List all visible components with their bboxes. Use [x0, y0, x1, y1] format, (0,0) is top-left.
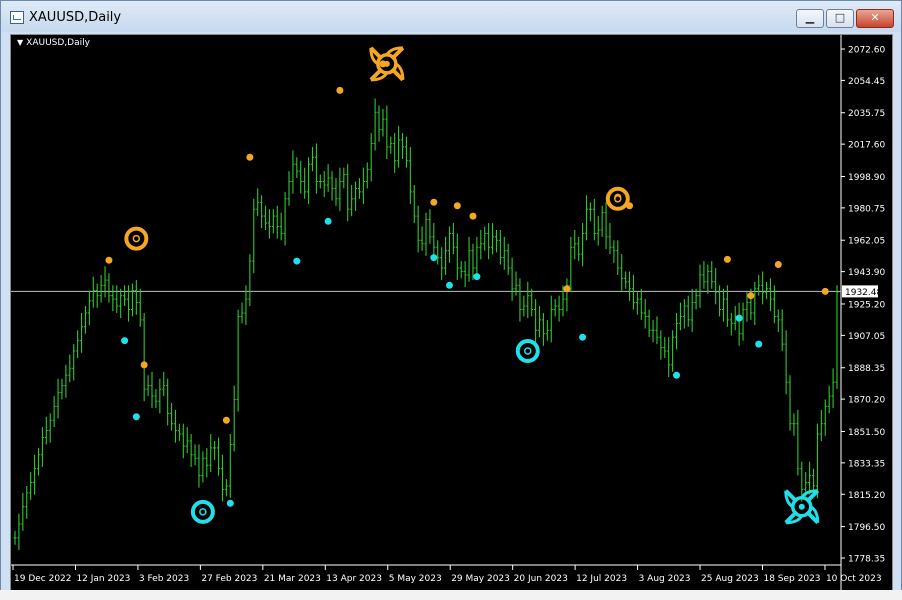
price-tick-label: 1998.90	[848, 173, 885, 183]
time-tick-label: 18 Sep 2023	[763, 574, 820, 584]
swing-low-dot	[445, 281, 453, 289]
symbol-label[interactable]: ▼ XAUUSD,Daily	[17, 38, 90, 48]
ring-center-dot	[524, 347, 532, 355]
time-tick-label: 20 Jun 2023	[514, 574, 568, 584]
window-title: XAUUSD,Daily	[29, 10, 122, 25]
price-tick-label: 1925.20	[848, 300, 885, 310]
major-low-star	[784, 489, 820, 525]
swing-low-dot	[735, 314, 743, 322]
price-tick-label: 1815.20	[848, 491, 885, 501]
chart-window: XAUUSD,Daily ▁ □ ✕ ▼ XAUUSD,Daily 2072.60…	[0, 0, 902, 600]
price-tick-label: 1907.05	[848, 332, 885, 342]
swing-high-dot	[430, 198, 438, 206]
price-tick-label: 1962.05	[848, 237, 885, 247]
chart-window-icon	[10, 11, 24, 24]
price-tick-label: 1980.75	[848, 204, 885, 214]
maximize-button[interactable]: □	[826, 9, 854, 28]
price-tick-label: 1943.90	[848, 268, 885, 278]
swing-low-dot	[579, 333, 587, 341]
ring-center-dot	[132, 234, 141, 243]
swing-high-dot	[723, 255, 731, 263]
time-tick-label: 29 May 2023	[451, 574, 510, 584]
swing-low-dot	[121, 337, 129, 345]
price-tick-label: 2054.45	[848, 77, 885, 87]
swing-high-dot	[453, 202, 461, 210]
swing-low-dot	[324, 217, 332, 225]
price-tick-label: 1833.35	[848, 459, 885, 469]
time-tick-label: 25 Aug 2023	[701, 574, 759, 584]
swing-low-dot	[132, 413, 140, 421]
time-tick-label: 5 May 2023	[389, 574, 442, 584]
symbol-label-text: XAUUSD,Daily	[26, 38, 90, 48]
price-tick-label: 2072.60	[848, 46, 885, 56]
price-tick-label: 2035.75	[848, 109, 885, 119]
title-bar[interactable]: XAUUSD,Daily ▁ □ ✕	[1, 1, 901, 32]
ring-center-dot	[199, 508, 207, 516]
swing-high-dot	[821, 287, 829, 295]
swing-high-dot	[747, 292, 755, 300]
major-high-star	[369, 46, 405, 82]
star-part	[383, 60, 390, 67]
minimize-button[interactable]: ▁	[796, 9, 824, 28]
swing-low-dot	[673, 371, 681, 379]
time-tick-label: 3 Feb 2023	[139, 574, 189, 584]
swing-low-dot	[293, 257, 301, 265]
time-tick-label: 12 Jan 2023	[76, 574, 130, 584]
price-tick-label: 1870.20	[848, 396, 885, 406]
price-tick-label: 1888.35	[848, 364, 885, 374]
current-price-label: 1932.48	[845, 288, 882, 298]
swing-high-dot	[563, 285, 571, 293]
time-tick-label: 13 Apr 2023	[326, 574, 382, 584]
price-tick-label: 1851.50	[848, 428, 885, 438]
ring-center-dot	[614, 195, 622, 203]
price-tick-label: 1796.50	[848, 523, 885, 533]
chart-area[interactable]: ▼ XAUUSD,Daily 2072.60 2054.45 2035.75 2017.…	[10, 34, 893, 591]
price-tick-label: 1778.35	[848, 555, 885, 565]
swing-high-dot	[105, 256, 113, 264]
swing-high-dot	[222, 416, 230, 424]
time-tick-label: 3 Aug 2023	[639, 574, 691, 584]
price-chart[interactable]: 2072.60 2054.45 2035.75 2017.60 1998.90 1980.…	[11, 35, 892, 590]
swing-low-dot	[473, 273, 481, 281]
swing-low-dot	[430, 254, 438, 262]
time-tick-label: 10 Oct 2023	[826, 574, 882, 584]
swing-high-dot	[246, 153, 254, 161]
swing-high-dot	[336, 86, 344, 94]
time-tick-label: 12 Jul 2023	[576, 574, 627, 584]
swing-low-dot	[226, 499, 234, 507]
swing-high-dot	[469, 212, 477, 220]
swing-high-dot	[774, 261, 782, 269]
price-tick-label: 2017.60	[848, 141, 885, 151]
status-strip	[0, 590, 902, 600]
swing-high-dot	[140, 361, 148, 369]
time-tick-label: 19 Dec 2022	[14, 574, 72, 584]
star-part	[798, 503, 805, 510]
close-button[interactable]: ✕	[856, 9, 894, 28]
time-tick-label: 21 Mar 2023	[264, 574, 321, 584]
time-tick-label: 27 Feb 2023	[201, 574, 257, 584]
chevron-down-icon[interactable]: ▼	[17, 38, 23, 47]
swing-low-dot	[755, 340, 763, 348]
